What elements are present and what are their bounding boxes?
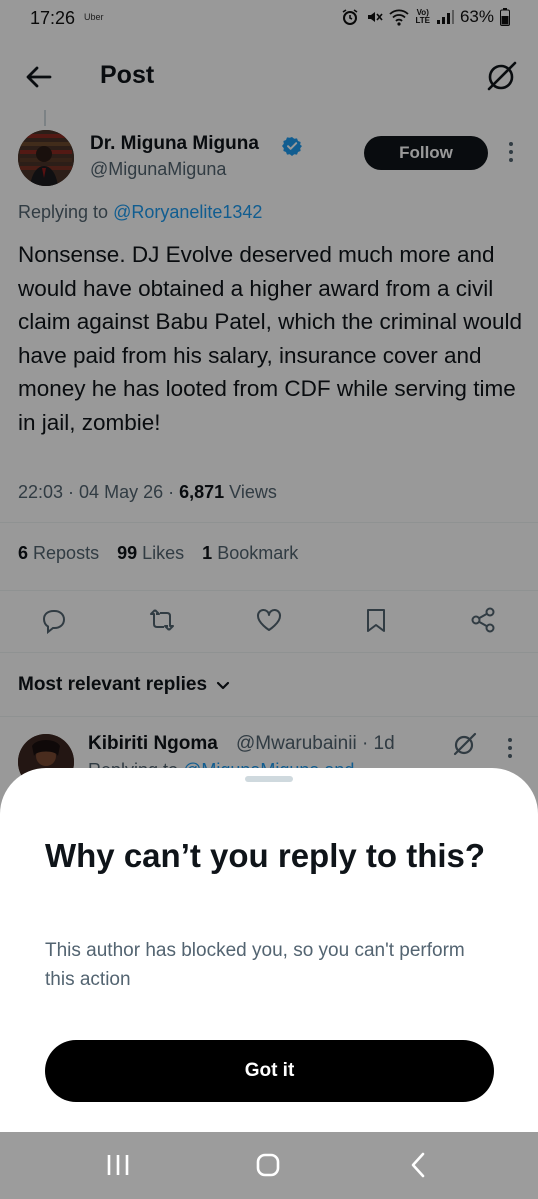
got-it-button[interactable]: Got it bbox=[45, 1040, 494, 1102]
home-icon bbox=[256, 1153, 280, 1177]
recent-apps-button[interactable] bbox=[103, 1150, 133, 1180]
sheet-drag-handle[interactable] bbox=[245, 776, 293, 782]
sheet-title: Why can’t you reply to this? bbox=[45, 837, 486, 874]
sheet-message: This author has blocked you, so you can'… bbox=[45, 940, 465, 990]
chevron-left-icon bbox=[411, 1152, 425, 1178]
bottom-sheet: Why can’t you reply to this? This author… bbox=[0, 768, 538, 1132]
home-button[interactable] bbox=[253, 1150, 283, 1180]
recent-apps-icon bbox=[107, 1155, 129, 1175]
system-back-button[interactable] bbox=[404, 1150, 434, 1180]
app-screen: 17:26 Uber Vo) LTE 63% Post Dr. Miguna M… bbox=[0, 0, 538, 1199]
system-nav-bar bbox=[0, 1132, 538, 1199]
